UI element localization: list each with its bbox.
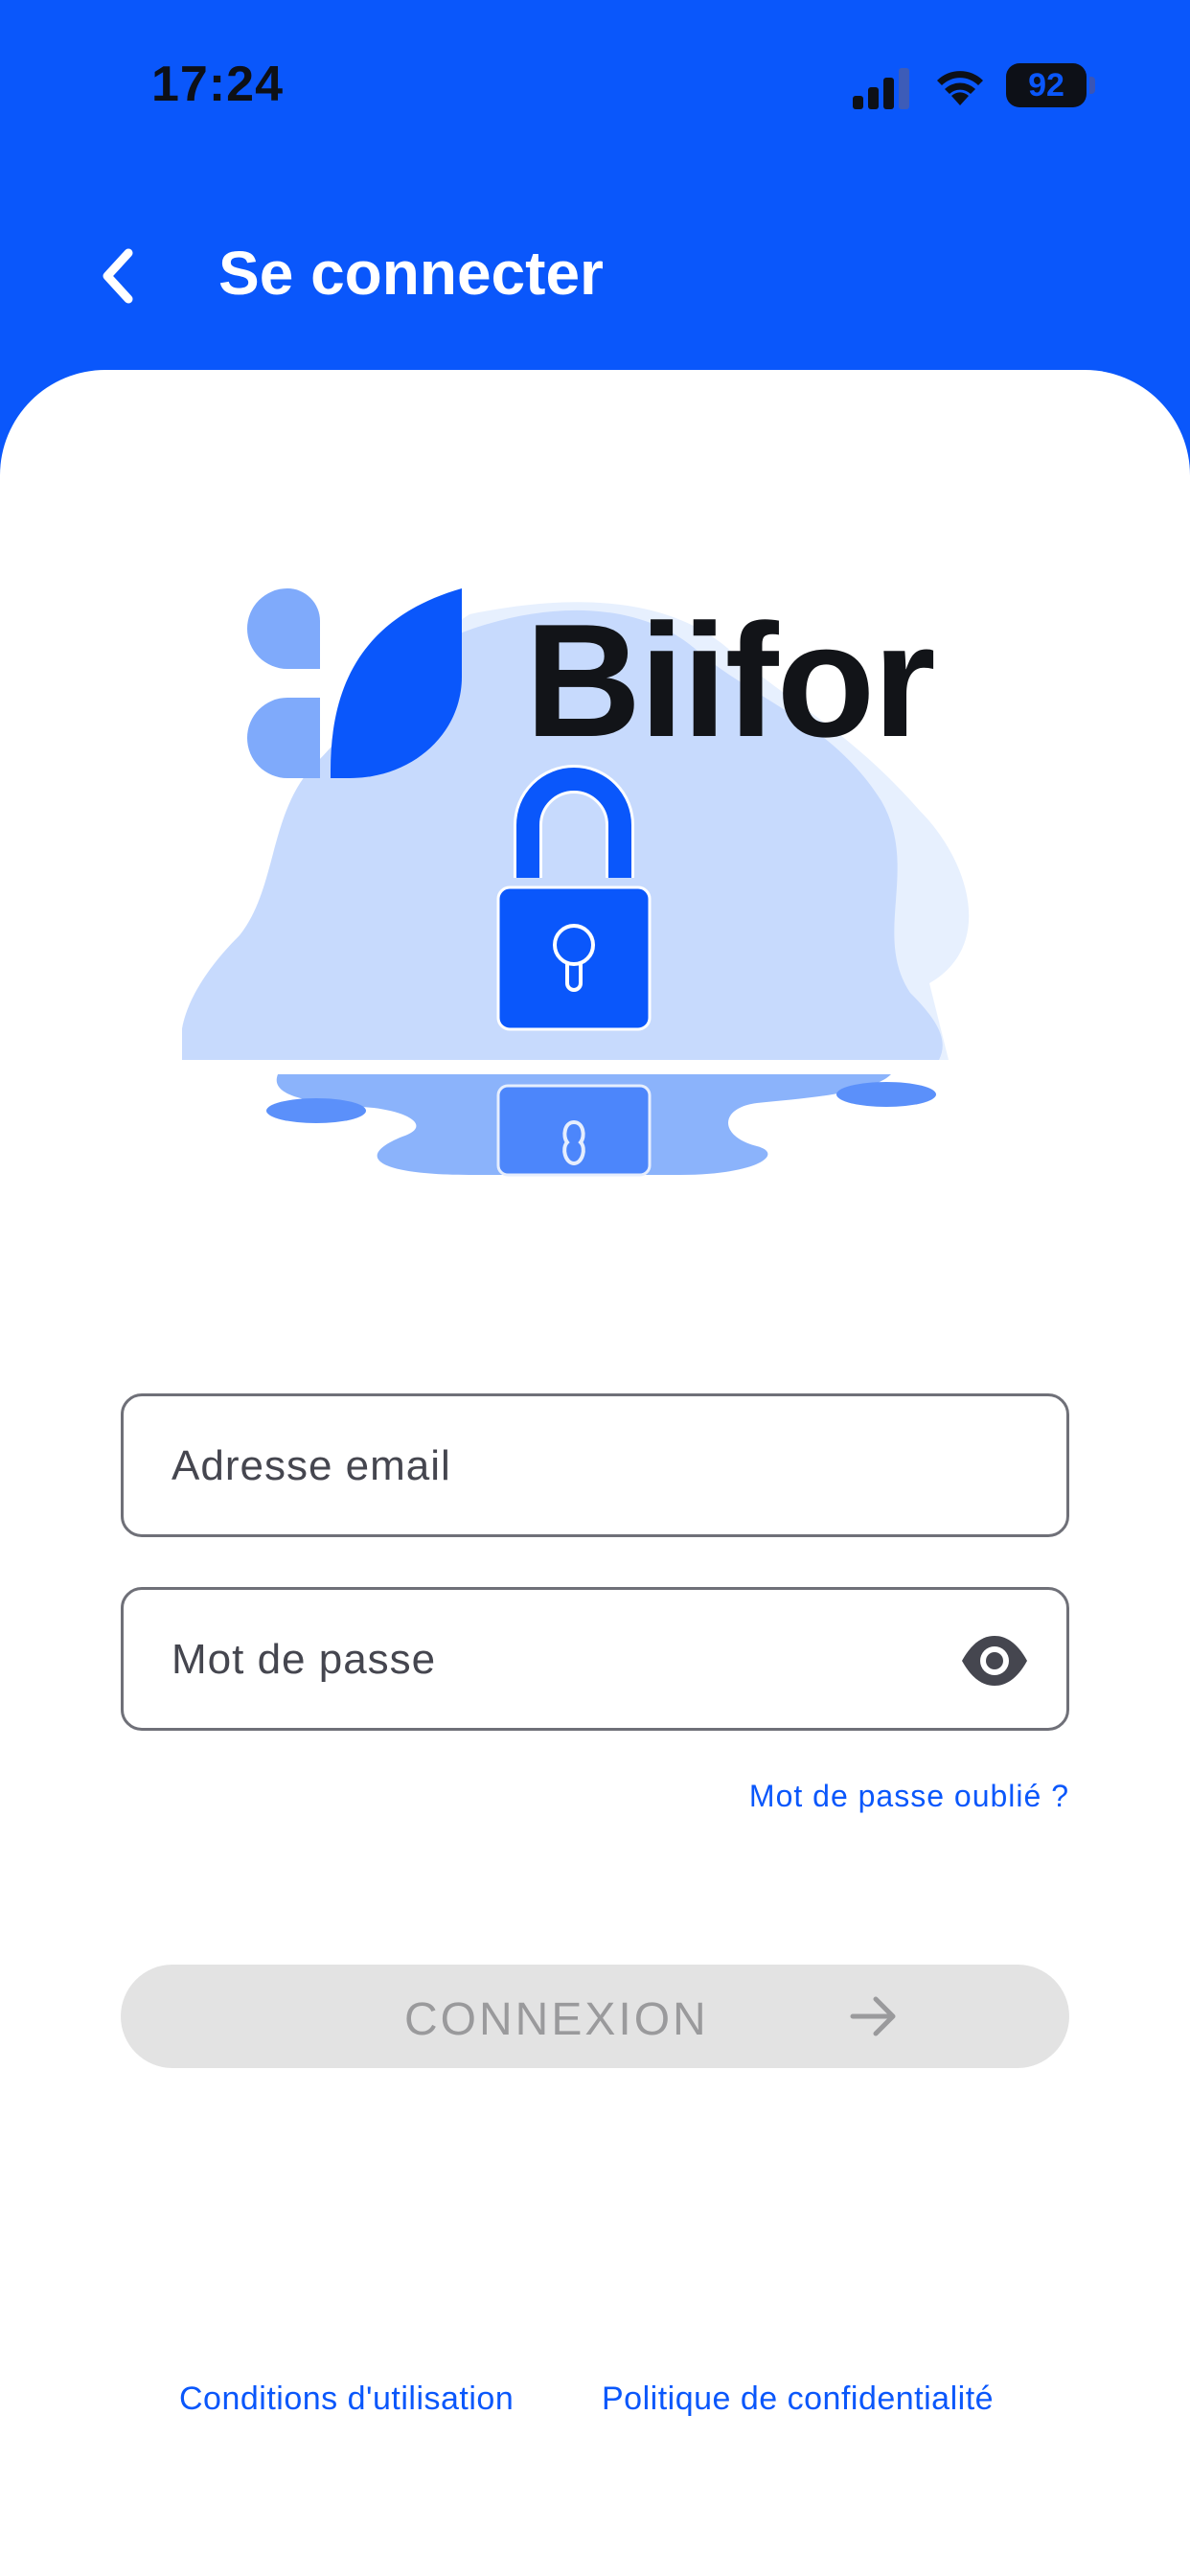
login-button[interactable]: CONNEXION bbox=[121, 1965, 1069, 2068]
eye-icon[interactable] bbox=[959, 1634, 1030, 1688]
email-field[interactable]: Adresse email bbox=[121, 1393, 1069, 1537]
password-placeholder: Mot de passe bbox=[172, 1636, 437, 1683]
terms-link[interactable]: Conditions d'utilisation bbox=[179, 2380, 514, 2418]
privacy-link[interactable]: Politique de confidentialité bbox=[602, 2380, 994, 2418]
wifi-icon bbox=[937, 71, 983, 105]
back-arrow-icon[interactable] bbox=[88, 238, 155, 314]
forgot-password-link[interactable]: Mot de passe oublié ? bbox=[749, 1779, 1069, 1814]
brand-name: Biifor bbox=[525, 590, 936, 770]
arrow-right-icon bbox=[850, 1996, 896, 2036]
password-field[interactable]: Mot de passe bbox=[121, 1587, 1069, 1731]
page-title: Se connecter bbox=[218, 239, 604, 308]
status-time: 17:24 bbox=[151, 57, 284, 112]
signal-icon bbox=[853, 68, 909, 109]
battery-cap bbox=[1089, 77, 1095, 94]
status-bar: 17:24 92 bbox=[0, 0, 1190, 172]
battery-icon: 92 bbox=[1006, 63, 1087, 107]
battery-level: 92 bbox=[1028, 67, 1064, 104]
email-placeholder: Adresse email bbox=[172, 1442, 451, 1489]
login-button-label: CONNEXION bbox=[404, 1994, 709, 2045]
